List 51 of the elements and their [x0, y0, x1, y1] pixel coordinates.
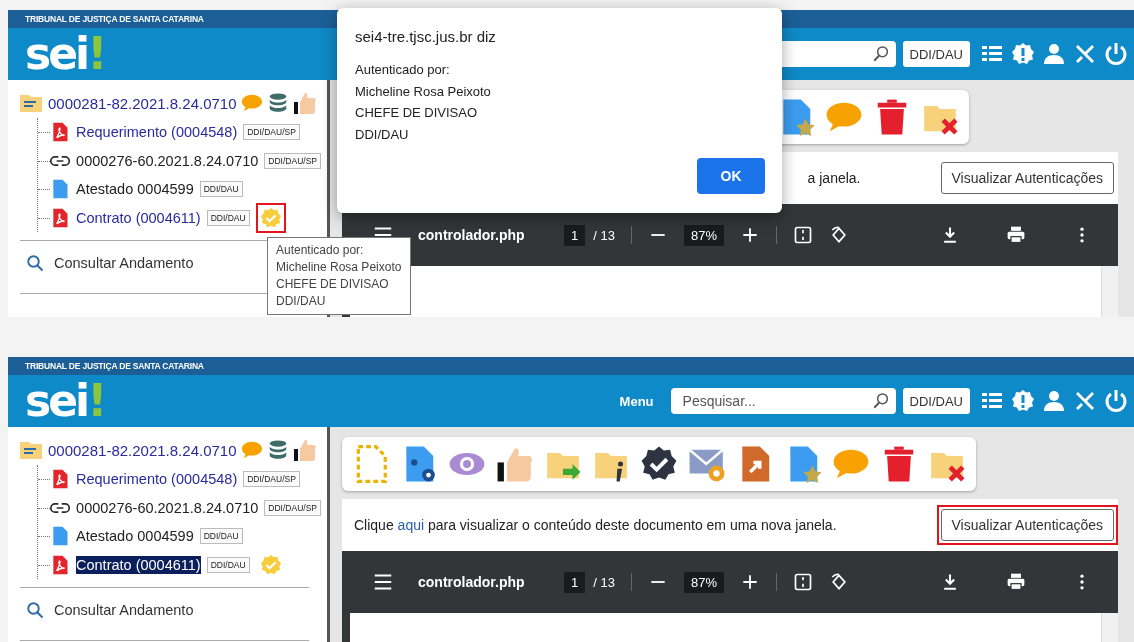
- file-name: controlador.php: [418, 574, 526, 590]
- unit-button[interactable]: DDI/DAU: [902, 41, 970, 67]
- tooltip-line: Micheline Rosa Peixoto: [276, 259, 402, 276]
- tree-item[interactable]: 0000276-60.2021.8.24.0710: [76, 498, 259, 517]
- court-name: TRIBUNAL DE JUSTIÇA DE SANTA CATARINA: [25, 361, 204, 371]
- court-name: TRIBUNAL DE JUSTIÇA DE SANTA CATARINA: [25, 14, 204, 24]
- sei-logo: sei!: [25, 32, 105, 76]
- unit-tag: DDI/DAU: [206, 209, 250, 226]
- view-authentications-button[interactable]: Visualizar Autenticações: [940, 509, 1114, 541]
- sei-logo: sei!: [25, 379, 105, 423]
- tooltip-line: Autenticado por:: [276, 242, 365, 259]
- tree-item[interactable]: 0000276-60.2021.8.24.0710: [76, 151, 259, 170]
- dialog-title: sei4-tre.tjsc.jus.br diz: [355, 28, 497, 45]
- consult-link[interactable]: Consultar Andamento: [54, 602, 194, 618]
- page-number-field[interactable]: 1: [564, 571, 586, 593]
- tree-item[interactable]: Contrato (0004611): [76, 555, 201, 574]
- view-authentications-button[interactable]: Visualizar Autenticações: [940, 162, 1114, 194]
- page-number-field[interactable]: 1: [564, 224, 586, 246]
- unit-tag: DDI/DAU/SP: [243, 471, 300, 488]
- consult-link[interactable]: Consultar Andamento: [54, 255, 194, 271]
- dialog-message-line: Autenticado por:: [355, 61, 451, 79]
- dialog-message-line: Micheline Rosa Peixoto: [355, 82, 492, 101]
- tree-item[interactable]: Atestado 0004599: [76, 527, 194, 546]
- search-field[interactable]: Pesquisar...: [670, 388, 896, 414]
- unit-tag: DDI/DAU/SP: [264, 152, 321, 169]
- dialog-message-line: CHEFE DE DIVISAO: [355, 104, 479, 122]
- dialog-message-line: DDI/DAU: [355, 125, 410, 144]
- info-text: a janela.: [807, 170, 861, 186]
- zoom-field[interactable]: 87%: [683, 224, 724, 246]
- process-number-link[interactable]: 0000281-82.2021.8.24.0710: [48, 441, 237, 459]
- tree-item[interactable]: Requerimento (0004548): [76, 470, 238, 489]
- info-text: Clique aqui para visualizar o conteúdo deste documento em uma nova janela.: [354, 517, 837, 533]
- menu-link[interactable]: Menu: [619, 393, 654, 409]
- tooltip-line: CHEFE DE DIVISAO: [276, 276, 390, 293]
- tree-item[interactable]: Requerimento (0004548): [76, 123, 238, 142]
- process-number-link[interactable]: 0000281-82.2021.8.24.0710: [48, 94, 237, 112]
- tree-item[interactable]: Atestado 0004599: [76, 180, 194, 199]
- unit-button[interactable]: DDI/DAU: [902, 388, 970, 414]
- ok-button[interactable]: OK: [697, 158, 765, 194]
- unit-tag: DDI/DAU: [199, 181, 243, 198]
- tree-item[interactable]: Contrato (0004611): [76, 208, 201, 227]
- zoom-field[interactable]: 87%: [683, 571, 724, 593]
- here-link[interactable]: aqui: [397, 517, 425, 533]
- tooltip-line: DDI/DAU: [276, 293, 327, 310]
- file-name: controlador.php: [418, 227, 526, 243]
- unit-tag: DDI/DAU/SP: [264, 499, 321, 516]
- unit-tag: DDI/DAU: [206, 556, 250, 573]
- unit-tag: DDI/DAU/SP: [243, 124, 300, 141]
- page-count: / 13: [593, 574, 615, 590]
- page-count: / 13: [593, 227, 615, 243]
- unit-tag: DDI/DAU: [199, 528, 243, 545]
